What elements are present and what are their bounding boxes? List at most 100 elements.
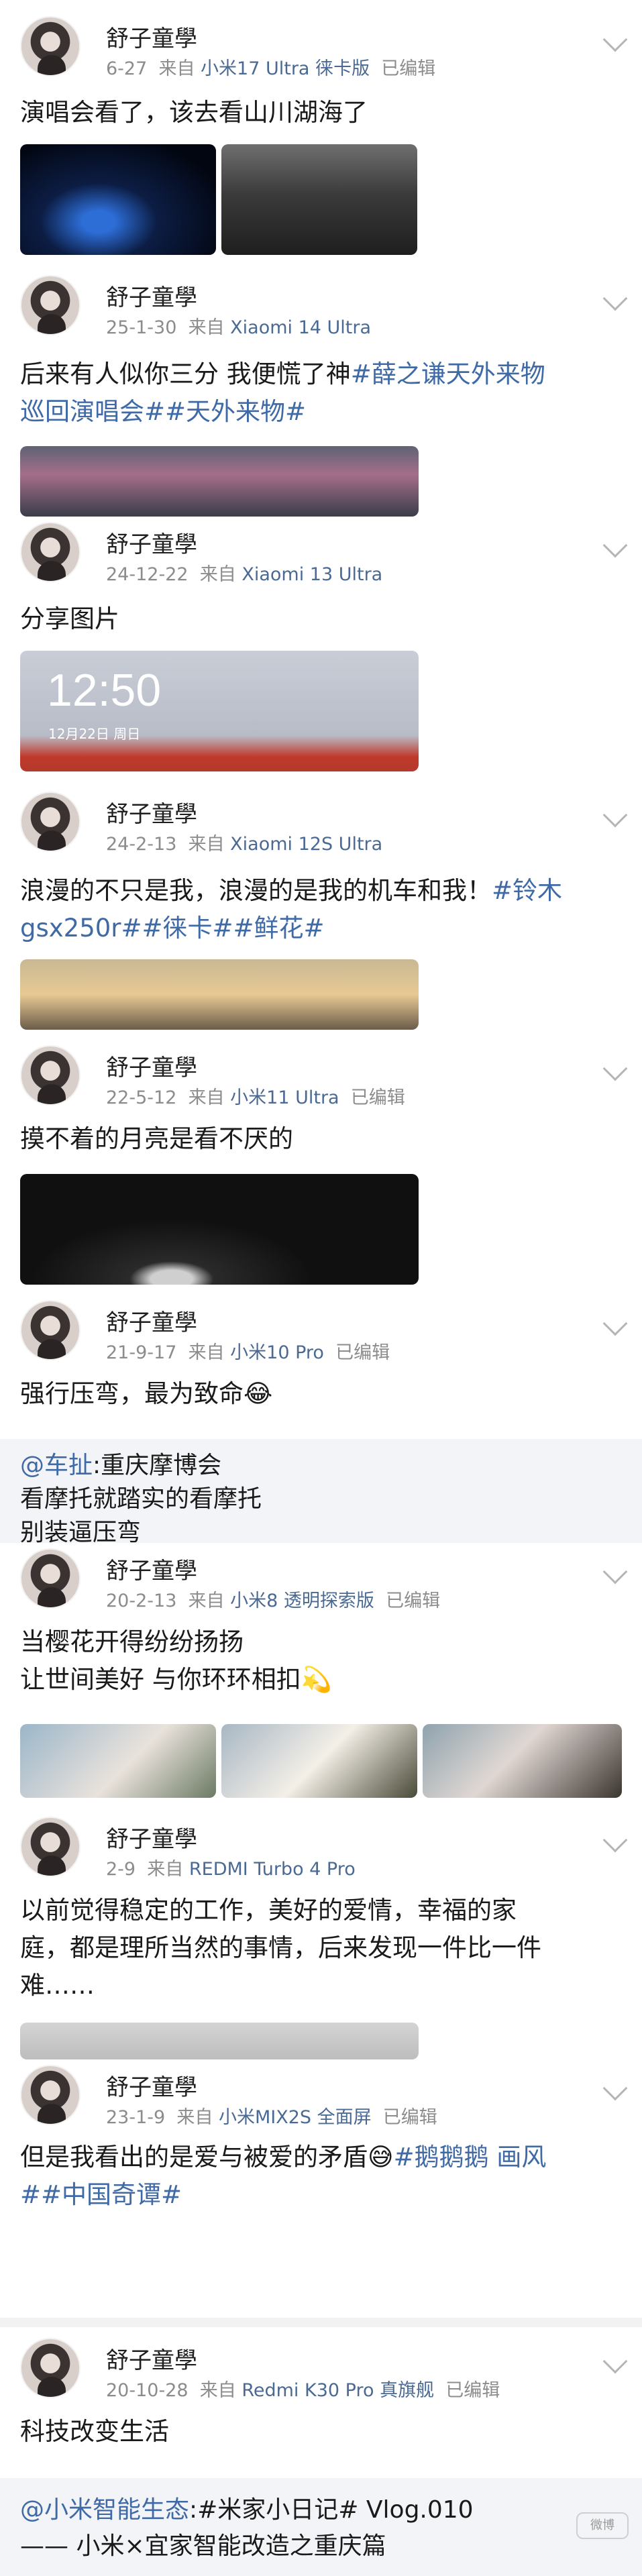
hashtag-link[interactable]: #薛之谦天外来物 (351, 360, 545, 388)
repost-box[interactable]: @车扯:重庆摩博会 看摩托就踏实的看摩托 别装逼压弯 (0, 1439, 642, 1543)
post-meta: 20-2-13 来自 小米8 透明探索版 已编辑 (106, 1586, 440, 1612)
hashtag-link[interactable]: #铃木 (492, 876, 562, 905)
post-header: 舒子童學 24-2-13 来自 Xiaomi 12S Ultra (20, 792, 628, 859)
post-text-line: 以前觉得稳定的工作，美好的爱情，幸福的家 (20, 1896, 517, 1925)
blossom-photo-3[interactable] (423, 1724, 622, 1798)
device-source[interactable]: Xiaomi 13 Ultra (242, 564, 382, 585)
post-1: 舒子童學 6-27 来自 小米17 Ultra 徕卡版 已编辑 演唱会看了，该去… (0, 0, 642, 268)
device-source[interactable]: 小米11 Ultra (230, 1087, 339, 1108)
avatar[interactable] (20, 1300, 81, 1360)
post-divider (0, 2318, 642, 2327)
username[interactable]: 舒子童學 (106, 2342, 197, 2375)
edited-label: 已编辑 (381, 58, 436, 79)
chevron-down-icon[interactable] (602, 2076, 628, 2101)
post-text-line: 难…… (20, 1971, 95, 2000)
username[interactable]: 舒子童學 (106, 796, 197, 828)
repost-line: @小米智能生态:#米家小日记# Vlog.010 (20, 2490, 474, 2525)
repost-author[interactable]: @小米智能生态 (20, 2496, 189, 2524)
device-source[interactable]: Xiaomi 14 Ultra (230, 317, 371, 338)
username[interactable]: 舒子童學 (106, 279, 197, 312)
post-text-line: 让世间美好 与你环环相扣💫 (20, 1665, 332, 1694)
chevron-down-icon[interactable] (602, 1827, 628, 1853)
post-date: 23-1-9 (106, 2107, 166, 2128)
post-4: 舒子童學 24-2-13 来自 Xiaomi 12S Ultra 浪漫的不只是我… (0, 785, 642, 1040)
avatar[interactable] (20, 2065, 81, 2125)
blossom-photo-2[interactable] (221, 1724, 417, 1798)
concert-photo[interactable] (20, 144, 216, 255)
chevron-down-icon[interactable] (602, 1056, 628, 1081)
edited-label: 已编辑 (350, 1087, 405, 1108)
post-text: 后来有人似你三分 我便慌了神#薛之谦天外来物 巡回演唱会##天外来物# (20, 356, 624, 431)
blossom-photo-1[interactable] (20, 1724, 216, 1798)
lockscreen-date: 12月22日 周日 (48, 726, 141, 742)
avatar[interactable] (20, 1548, 81, 1609)
flowers-sunset-photo[interactable] (20, 959, 419, 1030)
device-source[interactable]: 小米MIX2S 全面屏 (219, 2107, 372, 2128)
post-meta: 22-5-12 来自 小米11 Ultra 已编辑 (106, 1083, 405, 1109)
post-text-line: 庭，都是理所当然的事情，后来发现一件比一件 (20, 1933, 541, 1962)
source-prefix: 来自 (158, 58, 195, 79)
street-photo[interactable] (20, 446, 419, 517)
moon-photo[interactable] (20, 1174, 419, 1285)
chevron-down-icon[interactable] (602, 1311, 628, 1336)
username[interactable]: 舒子童學 (106, 1304, 197, 1337)
device-source[interactable]: REDMI Turbo 4 Pro (189, 1859, 356, 1880)
chevron-down-icon[interactable] (602, 2349, 628, 2374)
device-source[interactable]: Redmi K30 Pro 真旗舰 (242, 2380, 434, 2401)
post-7: 舒子童學 20-2-13 来自 小米8 透明探索版 已编辑 当樱花开得纷纷扬扬 … (0, 1543, 642, 1811)
post-9: 舒子童學 23-1-9 来自 小米MIX2S 全面屏 已编辑 但是我看出的是爱与… (0, 2059, 642, 2321)
username[interactable]: 舒子童學 (106, 1552, 197, 1585)
username[interactable]: 舒子童學 (106, 526, 197, 559)
post-meta: 2-9 来自 REDMI Turbo 4 Pro (106, 1854, 356, 1880)
chevron-down-icon[interactable] (602, 1559, 628, 1585)
chevron-down-icon[interactable] (602, 27, 628, 52)
post-2: 舒子童學 25-1-30 来自 Xiaomi 14 Ultra 后来有人似你三分… (0, 268, 642, 517)
avatar[interactable] (20, 1045, 81, 1106)
source-prefix: 来自 (147, 1859, 184, 1880)
device-source[interactable]: 小米17 Ultra 徕卡版 (201, 58, 370, 79)
device-source[interactable]: 小米10 Pro (230, 1342, 324, 1363)
post-text: 但是我看出的是爱与被爱的矛盾😅#鹅鹅鹅 画风 ##中国奇谭# (20, 2139, 624, 2214)
source-prefix: 来自 (188, 317, 225, 338)
post-date: 25-1-30 (106, 317, 177, 338)
lockscreen-time: 12:50 (47, 665, 162, 716)
hashtag-link[interactable]: 巡回演唱会##天外来物# (20, 397, 306, 426)
repost-text: :#米家小日记# Vlog.010 (189, 2496, 474, 2524)
motorcycle-photo[interactable] (221, 144, 417, 255)
weibo-watermark: 微博 (576, 2512, 629, 2539)
hashtag-link[interactable]: #鹅鹅鹅 画风 (394, 2143, 547, 2171)
post-header: 舒子童學 21-9-17 来自 小米10 Pro 已编辑 (20, 1300, 628, 1367)
post-header: 舒子童學 20-10-28 来自 Redmi K30 Pro 真旗舰 已编辑 (20, 2338, 628, 2405)
post-text: 摸不着的月亮是看不厌的 (20, 1124, 293, 1153)
avatar[interactable] (20, 792, 81, 852)
chevron-down-icon[interactable] (602, 286, 628, 311)
avatar[interactable] (20, 275, 81, 335)
lockscreen-photo[interactable]: 12:50 12月22日 周日 (20, 651, 419, 771)
hashtag-link[interactable]: gsx250r##徕卡##鲜花# (20, 914, 325, 943)
repost-box[interactable]: @小米智能生态:#米家小日记# Vlog.010 —— 小米×宜家智能改造之重庆… (0, 2478, 642, 2576)
repost-text: :重庆摩博会 (93, 1452, 222, 1479)
avatar[interactable] (20, 522, 81, 582)
chevron-down-icon[interactable] (602, 802, 628, 828)
post-8: 舒子童學 2-9 来自 REDMI Turbo 4 Pro 以前觉得稳定的工作，… (0, 1811, 642, 2059)
post-header: 舒子童學 23-1-9 来自 小米MIX2S 全面屏 已编辑 (20, 2065, 628, 2132)
repost-author[interactable]: @车扯 (20, 1452, 93, 1479)
post-photo[interactable] (20, 2023, 419, 2059)
avatar[interactable] (20, 16, 81, 76)
post-header: 舒子童學 6-27 来自 小米17 Ultra 徕卡版 已编辑 (20, 16, 628, 83)
device-source[interactable]: Xiaomi 12S Ultra (230, 834, 382, 855)
username[interactable]: 舒子童學 (106, 20, 197, 53)
username[interactable]: 舒子童學 (106, 2069, 197, 2102)
username[interactable]: 舒子童學 (106, 1821, 197, 1854)
hashtag-link[interactable]: ##中国奇谭# (20, 2180, 182, 2209)
edited-label: 已编辑 (445, 2380, 500, 2401)
source-prefix: 来自 (199, 2380, 236, 2401)
avatar[interactable] (20, 2338, 81, 2398)
source-prefix: 来自 (188, 834, 225, 855)
repost-line: @车扯:重庆摩博会 (20, 1446, 221, 1481)
username[interactable]: 舒子童學 (106, 1049, 197, 1082)
chevron-down-icon[interactable] (602, 533, 628, 558)
device-source[interactable]: 小米8 透明探索版 (230, 1591, 374, 1611)
avatar[interactable] (20, 1817, 81, 1877)
repost-line: 看摩托就踏实的看摩托 (20, 1485, 262, 1513)
